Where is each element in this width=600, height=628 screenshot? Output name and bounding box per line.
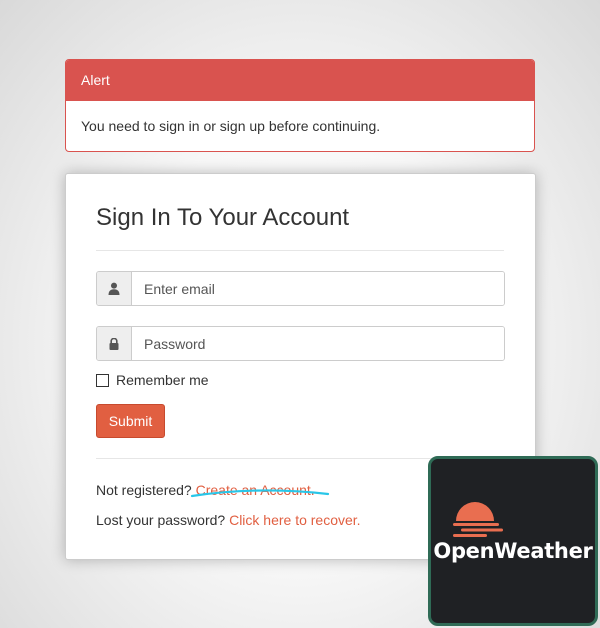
divider <box>96 250 504 251</box>
lock-icon <box>97 327 132 360</box>
alert-message: You need to sign in or sign up before co… <box>81 118 381 134</box>
password-field[interactable] <box>132 327 504 360</box>
recover-line: Lost your password? Click here to recove… <box>96 512 361 528</box>
recover-link[interactable]: Click here to recover. <box>229 512 361 528</box>
openweather-logo: OpenWeather <box>428 456 598 626</box>
submit-button[interactable]: Submit <box>96 404 165 438</box>
password-input-group <box>96 326 505 361</box>
lost-password-text: Lost your password? <box>96 512 226 528</box>
email-field[interactable] <box>132 272 504 305</box>
alert-title: Alert <box>66 60 534 101</box>
not-registered-text: Not registered? <box>96 482 192 498</box>
remember-me[interactable]: Remember me <box>96 372 209 388</box>
remember-checkbox[interactable] <box>96 373 109 387</box>
sun-logo-icon <box>453 502 503 537</box>
email-input-group <box>96 271 505 306</box>
logo-wordmark: OpenWeather <box>433 539 593 563</box>
page-title: Sign In To Your Account <box>96 204 350 231</box>
remember-label: Remember me <box>116 372 209 388</box>
highlight-underline <box>190 489 330 498</box>
alert-box: Alert You need to sign in or sign up bef… <box>65 59 535 152</box>
user-icon <box>97 272 132 305</box>
